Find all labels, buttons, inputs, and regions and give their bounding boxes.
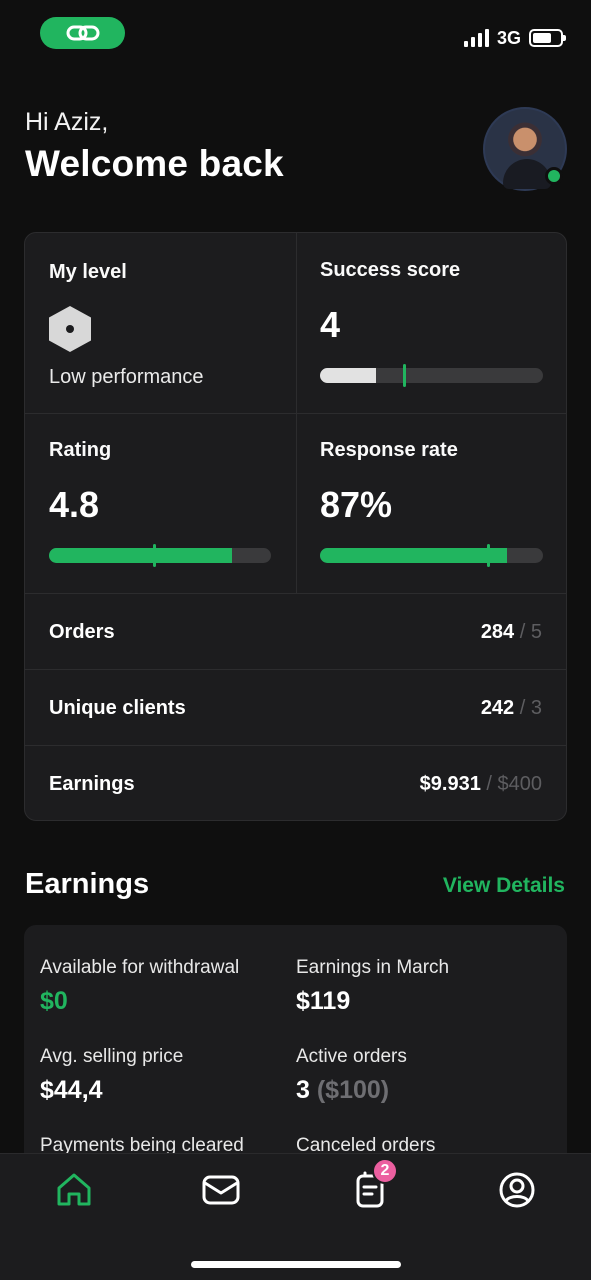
earn-value: $0 xyxy=(40,987,68,1015)
rating-target-marker xyxy=(150,544,160,567)
divider xyxy=(25,413,566,414)
available-withdrawal[interactable]: Available for withdrawal $0 xyxy=(40,957,239,1016)
my-level-label: My level xyxy=(49,261,127,283)
earnings-label: Earnings xyxy=(49,772,135,795)
tab-orders[interactable]: 2 xyxy=(350,1158,398,1210)
earn-value: $44,4 xyxy=(40,1076,103,1104)
orders-label: Orders xyxy=(49,620,115,643)
my-level-cell[interactable]: My level Low performance xyxy=(25,261,296,389)
orders-value: 284 / 5 xyxy=(480,620,542,643)
earnings-row[interactable]: Earnings $9.931 / $400 xyxy=(25,746,566,820)
tab-home[interactable] xyxy=(54,1170,94,1210)
rating-fill xyxy=(49,548,233,563)
orders-row[interactable]: Orders 284 / 5 xyxy=(25,594,566,670)
stats-card: My level Low performance Success score 4… xyxy=(24,232,567,821)
response-rate-cell[interactable]: Response rate 87% xyxy=(296,439,566,526)
earnings-in-march[interactable]: Earnings in March $119 xyxy=(296,957,449,1016)
rating-value: 4.8 xyxy=(49,484,100,525)
greeting: Hi Aziz, Welcome back xyxy=(25,108,284,185)
rating-cell[interactable]: Rating 4.8 xyxy=(25,439,296,526)
earnings-section-title: Earnings xyxy=(25,868,150,900)
greeting-title: Welcome back xyxy=(25,143,284,184)
earn-value: 3 ($100) xyxy=(296,1076,390,1104)
home-indicator xyxy=(191,1261,401,1268)
rating-bar xyxy=(49,544,271,567)
status-bar: 3G xyxy=(0,0,591,70)
network-label: 3G xyxy=(496,27,521,48)
link-pill[interactable] xyxy=(40,17,125,49)
earnings-card: Available for withdrawal $0 Earnings in … xyxy=(24,925,567,1185)
success-score-label: Success score xyxy=(320,259,461,281)
response-rate-fill xyxy=(320,548,508,563)
envelope-icon xyxy=(202,1175,240,1205)
earn-label: Earnings in March xyxy=(296,957,450,978)
orders-badge: 2 xyxy=(372,1158,398,1184)
success-score-cell[interactable]: Success score 4 xyxy=(296,259,566,346)
rating-label: Rating xyxy=(49,439,112,461)
signal-icon xyxy=(463,29,489,47)
unique-clients-label: Unique clients xyxy=(49,696,186,719)
success-score-bar xyxy=(320,364,543,387)
greeting-small: Hi Aziz, xyxy=(25,108,109,136)
earnings-value: $9.931 / $400 xyxy=(419,772,542,795)
unique-clients-value: 242 / 3 xyxy=(480,696,542,719)
battery-icon xyxy=(529,29,566,47)
avg-selling-price[interactable]: Avg. selling price $44,4 xyxy=(40,1046,183,1105)
level-status: Low performance xyxy=(49,366,204,388)
response-rate-target-marker xyxy=(484,544,494,567)
online-status-dot xyxy=(545,167,563,185)
response-rate-value: 87% xyxy=(320,484,393,525)
response-rate-bar xyxy=(320,544,543,567)
earn-label: Active orders xyxy=(296,1046,407,1067)
avatar[interactable] xyxy=(483,107,567,191)
link-icon xyxy=(66,25,99,41)
hexagon-level-icon xyxy=(49,306,91,352)
home-icon xyxy=(57,1173,91,1206)
tab-messages[interactable] xyxy=(201,1170,241,1210)
active-orders[interactable]: Active orders 3 ($100) xyxy=(296,1046,407,1105)
response-rate-label: Response rate xyxy=(320,439,458,461)
view-details-link[interactable]: View Details xyxy=(443,874,565,898)
unique-clients-row[interactable]: Unique clients 242 / 3 xyxy=(25,670,566,746)
user-circle-icon xyxy=(499,1172,535,1208)
success-score-target-marker xyxy=(399,364,409,387)
earn-label: Avg. selling price xyxy=(40,1046,184,1067)
earn-value: $119 xyxy=(296,987,351,1015)
earn-label: Available for withdrawal xyxy=(40,957,240,978)
success-score-fill xyxy=(320,368,376,383)
success-score-value: 4 xyxy=(320,304,341,345)
tab-profile[interactable] xyxy=(497,1170,537,1210)
